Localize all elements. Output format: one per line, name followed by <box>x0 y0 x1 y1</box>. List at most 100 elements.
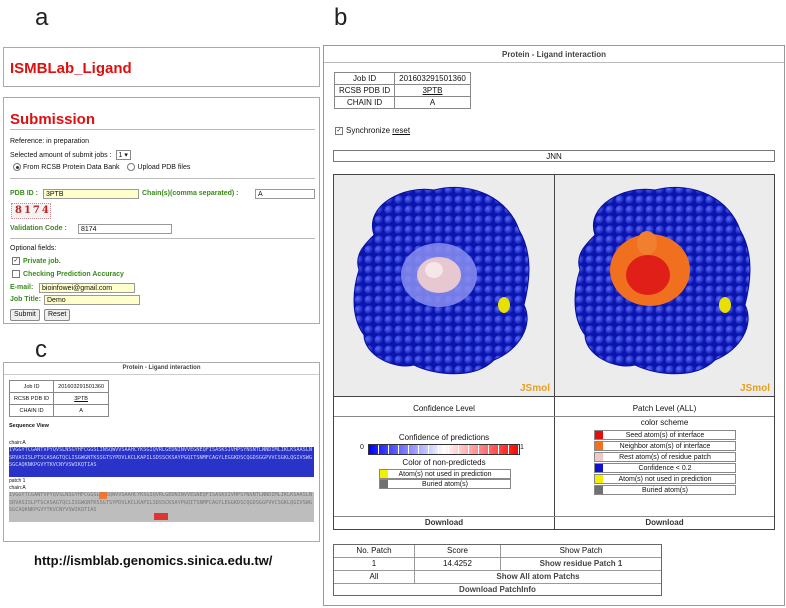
scheme-row: Seed atom(s) of interface <box>594 430 736 440</box>
chain-label: Chain(s)(comma separated) : <box>142 190 239 197</box>
scheme-label: Seed atom(s) of interface <box>625 432 705 439</box>
jsmol-viewer-left[interactable]: JSmol <box>334 175 555 397</box>
job-id-value: 201603291501360 <box>394 72 471 85</box>
divider <box>10 178 315 179</box>
pdb-id-input[interactable]: 3PTB <box>43 189 139 199</box>
jobs-select[interactable]: 1 ▾ <box>115 150 131 160</box>
scheme-swatch <box>595 431 603 439</box>
email-label: E-mail: <box>10 284 34 291</box>
divider <box>334 516 774 517</box>
captcha-image: 8174 <box>11 203 51 219</box>
gray-swatch <box>380 480 388 488</box>
c-chain-value: A <box>53 404 110 417</box>
submission-title: Submission <box>10 111 96 128</box>
patch-highlight <box>154 513 168 520</box>
synchronize-label: Synchronize <box>346 126 391 135</box>
scheme-row: Rest atom(s) of residue patch <box>594 452 736 462</box>
website-url[interactable]: http://ismblab.genomics.sinica.edu.tw/ <box>34 553 272 568</box>
radio-rcsb-label: From RCSB Protein Data Bank <box>23 163 120 171</box>
scheme-row: Neighbor atom(s) of interface <box>594 441 736 451</box>
divider <box>324 62 784 63</box>
job-info-table: Job ID 201603291501360 RCSB PDB ID 3PTB CH… <box>333 72 471 109</box>
yellow-swatch <box>380 470 388 478</box>
reference-text: Reference: in preparation <box>10 138 89 145</box>
results-title: Protein - Ligand interaction <box>501 50 606 59</box>
email-input[interactable]: bioinfowei@gmail.com <box>39 283 135 293</box>
download-right-button[interactable]: Download <box>555 518 774 527</box>
c-job-info-table: Job ID 201603291501360 RCSB PDB ID 3PTB CH… <box>8 380 110 417</box>
gradient-bar <box>368 444 520 455</box>
chain-a-label-2: chain:A <box>9 485 26 491</box>
patch-row-all: All <box>334 571 415 584</box>
jsmol-logo-left: JSmol <box>519 383 550 394</box>
private-job-label: Private job. <box>23 257 61 265</box>
scheme-swatch <box>595 475 603 483</box>
sequence-confidence: IVGGYTCGANTVPYQVSLNSGYHFCGGSLINSQWVVSAAH… <box>9 447 314 477</box>
c-job-id-value: 201603291501360 <box>53 380 110 393</box>
molecule-patch-render <box>574 186 751 375</box>
legend-buried: Buried atom(s) <box>379 479 511 489</box>
brand-title[interactable]: ISMBLab_Ligand <box>10 60 132 77</box>
submit-button[interactable]: Submit <box>10 309 40 321</box>
chain-input[interactable]: A <box>255 189 315 199</box>
sequence-panel: Protein - Ligand interaction Job ID 20160… <box>3 362 320 542</box>
accuracy-checkbox[interactable] <box>12 270 20 278</box>
submission-form: Submission Reference: in preparation Sel… <box>3 97 320 324</box>
patch-table: No. Patch Score Show Patch 1 14.4252 Sho… <box>333 544 662 596</box>
scheme-swatch <box>595 464 603 472</box>
c-job-id-label: Job ID <box>8 380 55 393</box>
validation-label: Validation Code : <box>10 225 67 232</box>
show-all-patchs-button[interactable]: Show All atom Patchs <box>415 571 661 584</box>
patch-row-score: 14.4252 <box>415 558 501 571</box>
c-pdb-link[interactable]: 3PTB <box>53 392 110 405</box>
scheme-swatch <box>595 486 603 494</box>
viewer-grid: JSmol JSmol Confidence Level Patch Level… <box>333 174 775 530</box>
scheme-row: Confidence < 0.2 <box>594 463 736 473</box>
confidence-predictions-label: Confidence of predictions <box>398 433 490 442</box>
download-patchinfo-button[interactable]: Download PatchInfo <box>334 584 661 596</box>
patch-row-no: 1 <box>334 558 415 571</box>
c-pdb-label: RCSB PDB ID <box>8 392 55 405</box>
pdb-id-label: RCSB PDB ID <box>333 84 396 97</box>
pdb-id-label: PDB ID : <box>10 190 38 197</box>
reset-link[interactable]: reset <box>392 126 410 135</box>
scheme-label: Buried atom(s) <box>642 487 688 494</box>
scale-max: 1 <box>520 444 524 451</box>
selected-jobs-label: Selected amount of submit jobs : <box>10 152 112 159</box>
confidence-color-scale: 0 1 <box>360 444 525 455</box>
chain-id-value: A <box>394 96 471 109</box>
scheme-label: Neighbor atom(s) of interface <box>619 443 711 450</box>
scheme-swatch <box>595 442 603 450</box>
patch-highlight <box>99 492 107 499</box>
scale-min: 0 <box>360 444 364 451</box>
pdb-id-link[interactable]: 3PTB <box>394 84 471 97</box>
captcha-text: 8174 <box>15 205 51 216</box>
radio-rcsb[interactable] <box>13 163 21 171</box>
divider <box>10 129 315 130</box>
private-job-checkbox[interactable]: ✓ <box>12 257 20 265</box>
show-residue-patch-button[interactable]: Show residue Patch 1 <box>501 558 661 571</box>
jsmol-logo-right: JSmol <box>739 383 770 394</box>
reset-button[interactable]: Reset <box>44 309 71 321</box>
c-chain-label: CHAIN ID <box>8 404 55 417</box>
scheme-swatch <box>595 453 603 461</box>
job-id-label: Job ID <box>333 72 396 85</box>
jsmol-viewer-right[interactable]: JSmol <box>555 175 774 397</box>
download-left-button[interactable]: Download <box>334 518 554 527</box>
sequence-view-label: Sequence View <box>9 423 49 429</box>
scheme-label: Atom(s) not used in prediction <box>618 476 712 483</box>
validation-input[interactable]: 8174 <box>78 224 172 234</box>
scheme-row: Atom(s) not used in prediction <box>594 474 736 484</box>
confidence-level-header: Confidence Level <box>413 404 475 413</box>
divider <box>334 416 774 417</box>
panel-letter-b: b <box>334 4 348 31</box>
patch-header-show: Show Patch <box>501 545 661 558</box>
job-title-input[interactable]: Demo <box>44 295 140 305</box>
accuracy-label: Checking Prediction Accuracy <box>23 270 124 278</box>
chain-id-label: CHAIN ID <box>333 96 396 109</box>
patch-level-header: Patch Level (ALL) <box>632 404 697 413</box>
panel-letter-a: a <box>35 4 49 31</box>
radio-upload[interactable] <box>127 163 136 171</box>
radio-upload-label: Upload PDB files <box>137 163 191 171</box>
synchronize-checkbox[interactable]: ✓ <box>335 126 343 135</box>
